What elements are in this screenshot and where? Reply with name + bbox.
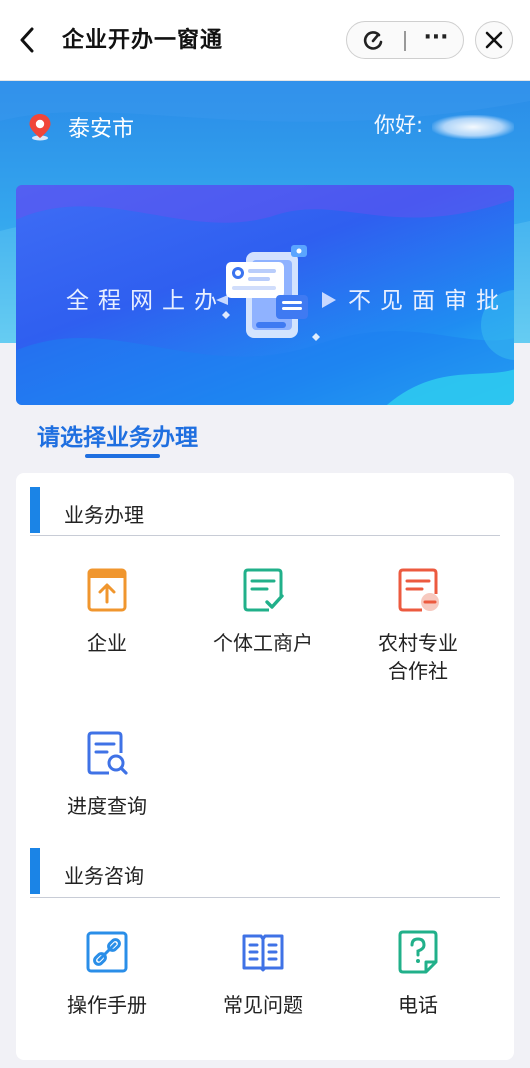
business-card: 业务办理 企业 个体工商户 农村专业 合作社 进度查询 业务咨询 操作手册 常见…	[16, 473, 514, 1060]
user-greeting: 你好:	[374, 113, 424, 137]
close-icon	[485, 31, 503, 49]
tile-progress-query[interactable]: 进度查询	[32, 731, 182, 820]
tile-label: 进度查询	[67, 794, 147, 818]
tile-label: 个体工商户	[213, 631, 313, 655]
search-doc-icon	[87, 731, 128, 775]
tile-operation-manual[interactable]: 操作手册	[32, 930, 182, 1019]
masked-username	[432, 115, 514, 139]
link-icon	[86, 931, 128, 973]
promo-banner[interactable]: 全程网上办 不见面审批	[16, 185, 514, 405]
current-city[interactable]: 泰安市	[68, 111, 134, 143]
open-book-icon	[242, 934, 284, 972]
title-underline	[85, 454, 160, 458]
tile-individual-business[interactable]: 个体工商户	[188, 568, 338, 657]
location-pin-icon	[29, 114, 51, 141]
upload-doc-icon	[87, 568, 127, 612]
phone-document-illustration-icon	[216, 245, 336, 341]
tile-label: 企业	[87, 631, 127, 655]
capsule-divider	[404, 31, 406, 51]
minus-doc-icon	[398, 568, 439, 612]
mini-program-capsule: ···	[346, 21, 464, 59]
chevron-left-icon	[20, 27, 34, 53]
tile-label: 电话	[398, 993, 438, 1017]
section-divider	[30, 535, 500, 536]
refresh-icon[interactable]	[361, 29, 385, 53]
section-title-business: 业务办理	[64, 503, 144, 527]
back-button[interactable]	[10, 20, 44, 60]
section-title-select-business: 请选择业务办理	[37, 425, 198, 451]
section-divider	[30, 897, 500, 898]
tile-label: 农村专业 合作社	[378, 631, 458, 683]
tile-faq[interactable]: 常见问题	[188, 930, 338, 1019]
section-marker	[30, 487, 40, 533]
tile-phone[interactable]: 电话	[343, 930, 493, 1019]
section-title-consult: 业务咨询	[64, 864, 144, 888]
tile-label: 操作手册	[67, 993, 147, 1017]
top-navbar: 企业开办一窗通 ···	[0, 0, 530, 81]
close-button[interactable]	[475, 21, 513, 59]
question-doc-icon	[398, 930, 438, 974]
tile-enterprise[interactable]: 企业	[32, 568, 182, 657]
more-button[interactable]: ···	[419, 24, 453, 56]
tile-label: 常见问题	[223, 993, 303, 1017]
tile-rural-cooperative[interactable]: 农村专业 合作社	[343, 568, 493, 685]
banner-slogan-left: 全程网上办	[66, 288, 226, 314]
check-doc-icon	[243, 568, 284, 612]
banner-slogan-right: 不见面审批	[348, 288, 508, 314]
page-title: 企业开办一窗通	[62, 28, 224, 53]
section-marker	[30, 848, 40, 894]
